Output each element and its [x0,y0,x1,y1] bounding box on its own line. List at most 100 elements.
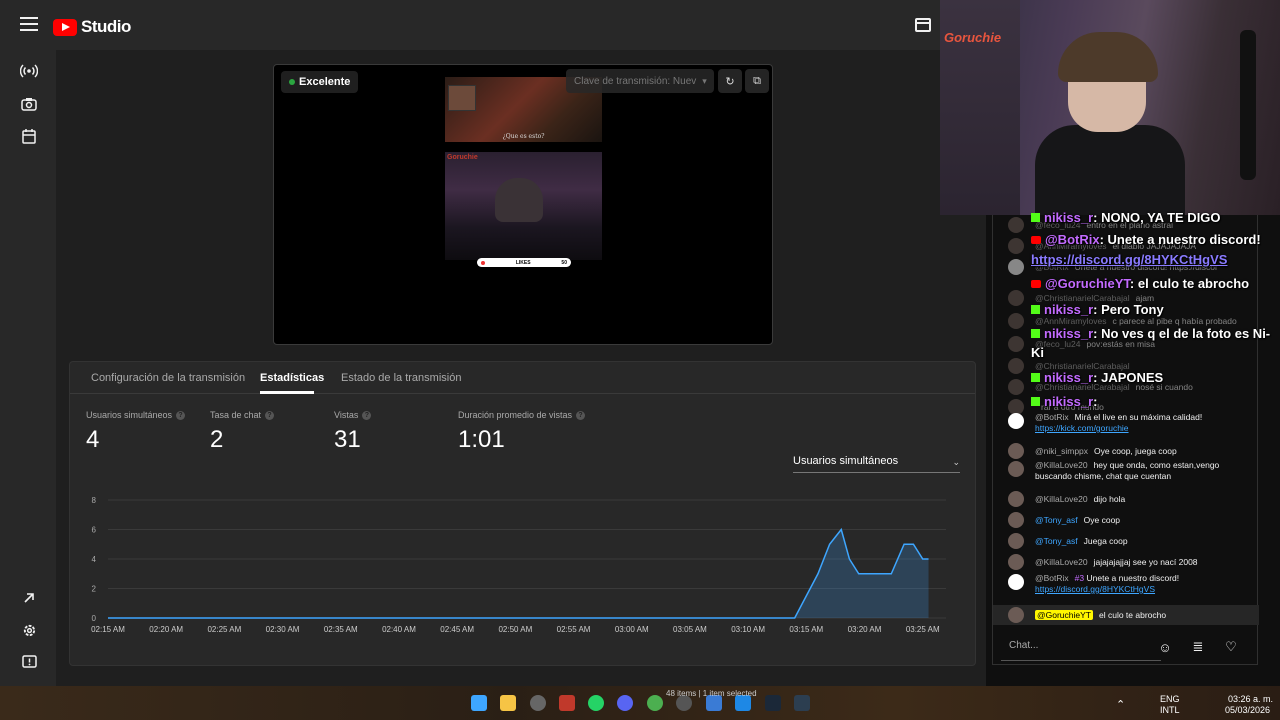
avatar[interactable] [1008,217,1024,233]
feedback-icon[interactable] [16,649,42,675]
clock-time[interactable]: 03:26 a. m. [1228,694,1273,704]
lang-bottom[interactable]: INTL [1160,705,1180,715]
help-icon[interactable]: ? [576,410,586,420]
super-chat-icon[interactable]: ≣ [1189,638,1207,656]
left-rail [0,50,56,686]
avatar[interactable] [1008,574,1024,590]
x-tick-label: 02:55 AM [557,625,591,634]
chat-body: Juega coop [1083,536,1128,546]
avatar[interactable] [1008,443,1024,459]
clock-date[interactable]: 05/03/2026 [1225,705,1270,715]
chat-author[interactable]: @Tony_asf [1035,515,1078,525]
avatar[interactable] [1008,533,1024,549]
chat-message-text: @BotRix #3 Unete a nuestro discord! https… [1035,573,1245,595]
metric-value: 4 [86,426,100,453]
overlay-chat-line: nikiss_r: JAPONES [1031,370,1163,385]
windows-start-icon[interactable] [471,695,487,711]
studio-logo[interactable]: Studio [53,17,131,37]
streamer-figure [495,178,543,222]
tab-estado[interactable]: Estado de la transmisión [341,372,461,384]
explorer-status: 48 items | 1 item selected [666,689,757,698]
app-icon[interactable] [794,695,810,711]
chat-author[interactable]: @Tony_asf [1035,536,1078,546]
x-tick-label: 02:20 AM [149,625,183,634]
file-explorer-icon[interactable] [500,695,516,711]
overlay-chat-line: nikiss_r: NONO, YA TE DIGO [1031,210,1221,225]
x-tick-label: 02:35 AM [324,625,358,634]
x-tick-label: 02:30 AM [266,625,300,634]
overlay-chat-line: nikiss_r: No ves q el de la foto es Ni- [1031,326,1270,341]
help-icon[interactable]: ? [176,410,186,420]
refresh-icon[interactable]: ↻ [718,69,742,93]
overlay-author: nikiss_r [1044,370,1094,385]
avatar[interactable] [1008,290,1024,306]
x-tick-label: 02:40 AM [382,625,416,634]
app-icon[interactable] [559,695,575,711]
chat-input[interactable]: Chat... [1001,633,1161,661]
chat-author[interactable]: @GoruchieYT [1035,610,1093,620]
open-external-icon[interactable] [16,585,42,611]
avatar[interactable] [1008,461,1024,477]
chat-body: jajajajajjaj see yo nací 2008 [1093,557,1198,567]
help-icon[interactable]: ? [265,410,275,420]
chat-message-text: @BotRix Mirá el live en su máxima calidad… [1035,412,1245,434]
series-area [108,529,929,618]
avatar[interactable] [1008,379,1024,395]
clapperboard-icon[interactable] [915,18,931,32]
menu-icon[interactable] [20,17,38,31]
calendar-icon[interactable] [16,123,42,149]
chat-author[interactable]: @BotRix [1035,573,1069,583]
avatar[interactable] [1008,336,1024,352]
settings-gear-icon[interactable] [16,617,42,643]
help-icon[interactable]: ? [362,410,372,420]
chrome-icon[interactable] [647,695,663,711]
metric-label: Duración promedio de vistas [458,410,573,420]
x-tick-label: 03:25 AM [906,625,940,634]
youtube-play-icon [53,18,77,36]
metric-select[interactable]: Usuarios simultáneos ⌄ [793,455,960,473]
chat-author[interactable]: @KillaLove20 [1035,494,1088,504]
chat-body: Oye coop, juega coop [1094,446,1177,456]
tray-chevron-up-icon[interactable]: ⌃ [1116,698,1125,711]
lang-top[interactable]: ENG [1160,694,1180,704]
chat-author[interactable]: @KillaLove20 [1035,460,1088,470]
chat-message-text: @Tony_asf Juega coop [1035,536,1245,547]
overlay-text: Ki [1031,345,1044,360]
avatar[interactable] [1008,238,1024,254]
avatar[interactable] [1008,491,1024,507]
discord-icon[interactable] [617,695,633,711]
tab-configuracion[interactable]: Configuración de la transmisión [91,372,245,384]
camera-icon[interactable] [16,91,42,117]
heart-icon [481,260,485,265]
avatar[interactable] [1008,554,1024,570]
obs-icon[interactable] [530,695,546,711]
metric-avg-watch-time: Duración promedio de vistas? 1:01 [458,410,586,454]
avatar[interactable] [1008,358,1024,374]
chat-author[interactable]: @AnnMiramyloves [1035,316,1106,326]
stream-key-select[interactable]: Clave de transmisión: Nuev ▾ [566,69,714,93]
avatar[interactable] [1008,607,1024,623]
tab-estadisticas[interactable]: Estadísticas [260,372,324,384]
heart-icon[interactable]: ♡ [1222,638,1240,656]
x-tick-label: 03:20 AM [848,625,882,634]
chat-author[interactable]: @niki_simppx [1035,446,1088,456]
overlay-text: https://discord.gg/8HYKCtHgVS [1031,252,1228,267]
metric-label: Vistas [334,410,359,420]
stream-key-label: Clave de transmisión: Nuev [574,75,697,87]
steam-icon[interactable] [765,695,781,711]
chat-author[interactable]: @KillaLove20 [1035,557,1088,567]
avatar[interactable] [1008,313,1024,329]
copy-icon[interactable]: ⧉ [745,69,769,93]
avatar[interactable] [1008,413,1024,429]
chat-author[interactable]: @BotRix [1035,412,1069,422]
live-broadcast-icon[interactable] [16,58,42,84]
chat-link[interactable]: https://discord.gg/8HYKCtHgVS [1035,584,1155,594]
chat-link[interactable]: https://kick.com/goruchie [1035,423,1129,433]
avatar[interactable] [1008,259,1024,275]
emoji-icon[interactable]: ☺ [1156,638,1174,656]
metric-label: Usuarios simultáneos [86,410,173,420]
kick-icon [1031,373,1040,382]
chat-body: Mirá el live en su máxima calidad! [1074,412,1203,422]
avatar[interactable] [1008,512,1024,528]
whatsapp-icon[interactable] [588,695,604,711]
